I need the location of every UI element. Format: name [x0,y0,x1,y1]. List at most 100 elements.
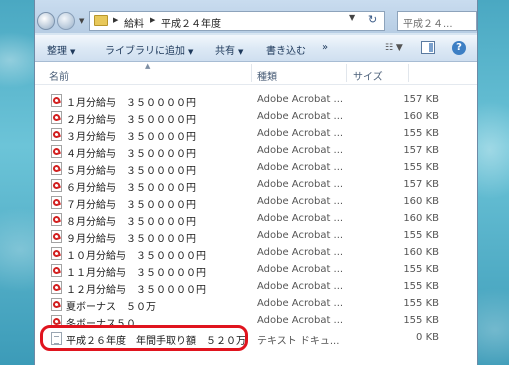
file-type: Adobe Acrobat ... [257,264,344,275]
file-size: 160 KB [403,213,439,224]
command-bar: 整理 ▼ ライブラリに追加 ▼ 共有 ▼ 書き込む » ☷ ▼ ? [35,35,477,62]
chevron-down-icon: ▼ [188,48,194,56]
file-name: ３月分給与 ３５００００円 [66,132,196,143]
pdf-file-icon [51,196,62,209]
file-name: ２月分給与 ３５００００円 [66,115,196,126]
pdf-file-icon [51,128,62,141]
address-bar[interactable]: ▶ 給料 ▶ 平成２４年度 [89,11,385,31]
column-header-name[interactable]: 名前 [49,68,69,83]
recent-pages-dropdown-icon[interactable]: ▼ [79,17,84,25]
file-name: １０月分給与 ３５００００円 [66,251,206,262]
view-options-icon[interactable]: ☷ ▼ [385,43,403,53]
file-row[interactable]: ３月分給与 ３５００００円 Adobe Acrobat ... 155 KB [35,126,477,143]
file-size: 160 KB [403,111,439,122]
refresh-icon[interactable]: ↻ [368,13,377,26]
search-input[interactable]: 平成２４... [397,11,477,31]
more-options-icon[interactable]: » [322,42,328,53]
file-size: 157 KB [403,145,439,156]
chevron-right-icon[interactable]: ▶ [150,16,155,24]
pdf-file-icon [51,298,62,311]
file-size: 157 KB [403,179,439,190]
share-button[interactable]: 共有 ▼ [215,42,243,57]
pdf-file-icon [51,145,62,158]
file-size: 0 KB [416,332,439,343]
chevron-right-icon[interactable]: ▶ [113,16,118,24]
file-type: テキスト ドキュ... [257,336,340,347]
pdf-file-icon [51,162,62,175]
chevron-down-icon: ▼ [238,48,244,56]
address-dropdown-icon[interactable]: ▼ [349,13,355,22]
column-divider[interactable] [346,64,347,82]
file-name: １２月分給与 ３５００００円 [66,285,206,296]
file-name: １月分給与 ３５００００円 [66,98,196,109]
file-name: ７月分給与 ３５００００円 [66,200,196,211]
file-size: 155 KB [403,281,439,292]
file-type: Adobe Acrobat ... [257,162,344,173]
breadcrumb-item[interactable]: 給料 [124,15,144,30]
file-type: Adobe Acrobat ... [257,145,344,156]
file-row[interactable]: １０月分給与 ３５００００円 Adobe Acrobat ... 160 KB [35,245,477,262]
back-button[interactable] [37,12,55,30]
file-name: 夏ボーナス ５０万 [66,302,156,313]
address-bar-row: ▼ ▶ 給料 ▶ 平成２４年度 ▼ ↻ 平成２４... [35,0,477,33]
file-row[interactable]: 夏ボーナス ５０万 Adobe Acrobat ... 155 KB [35,296,477,313]
file-type: Adobe Acrobat ... [257,315,344,326]
file-row[interactable]: ４月分給与 ３５００００円 Adobe Acrobat ... 157 KB [35,143,477,160]
file-type: Adobe Acrobat ... [257,230,344,241]
file-size: 155 KB [403,162,439,173]
file-name: ６月分給与 ３５００００円 [66,183,196,194]
file-type: Adobe Acrobat ... [257,94,344,105]
file-size: 155 KB [403,230,439,241]
file-row[interactable]: ９月分給与 ３５００００円 Adobe Acrobat ... 155 KB [35,228,477,245]
file-type: Adobe Acrobat ... [257,111,344,122]
pdf-file-icon [51,94,62,107]
file-type: Adobe Acrobat ... [257,213,344,224]
burn-button[interactable]: 書き込む [266,42,306,57]
file-type: Adobe Acrobat ... [257,298,344,309]
file-row[interactable]: ６月分給与 ３５００００円 Adobe Acrobat ... 157 KB [35,177,477,194]
pdf-file-icon [51,281,62,294]
file-list: ▲ 名前 種類 サイズ １月分給与 ３５００００円 Adobe Acrobat .… [35,62,477,365]
file-type: Adobe Acrobat ... [257,128,344,139]
chevron-down-icon: ▼ [70,48,76,56]
column-header-type[interactable]: 種類 [257,68,277,83]
pdf-file-icon [51,179,62,192]
file-size: 160 KB [403,247,439,258]
pdf-file-icon [51,230,62,243]
file-row[interactable]: １２月分給与 ３５００００円 Adobe Acrobat ... 155 KB [35,279,477,296]
add-to-library-button[interactable]: ライブラリに追加 ▼ [105,42,193,57]
pdf-file-icon [51,247,62,260]
breadcrumb-item[interactable]: 平成２４年度 [161,15,221,30]
file-row[interactable]: ８月分給与 ３５００００円 Adobe Acrobat ... 160 KB [35,211,477,228]
file-row[interactable]: ５月分給与 ３５００００円 Adobe Acrobat ... 155 KB [35,160,477,177]
column-header-size[interactable]: サイズ [353,68,383,83]
file-row[interactable]: １月分給与 ３５００００円 Adobe Acrobat ... 157 KB [35,92,477,109]
file-name: ９月分給与 ３５００００円 [66,234,196,245]
file-size: 155 KB [403,128,439,139]
file-row[interactable]: ７月分給与 ３５００００円 Adobe Acrobat ... 160 KB [35,194,477,211]
file-name: １１月分給与 ３５００００円 [66,268,206,279]
file-row[interactable]: １１月分給与 ３５００００円 Adobe Acrobat ... 155 KB [35,262,477,279]
column-headers: ▲ 名前 種類 サイズ [35,62,477,85]
folder-icon [94,15,108,26]
help-icon[interactable]: ? [452,41,466,55]
file-type: Adobe Acrobat ... [257,196,344,207]
preview-pane-icon[interactable] [421,41,435,54]
file-size: 160 KB [403,196,439,207]
pdf-file-icon [51,111,62,124]
search-placeholder: 平成２４... [403,19,453,30]
column-divider[interactable] [408,64,409,82]
forward-button[interactable] [57,12,75,30]
pdf-file-icon [51,264,62,277]
pdf-file-icon [51,213,62,226]
file-row[interactable]: ２月分給与 ３５００００円 Adobe Acrobat ... 160 KB [35,109,477,126]
file-type: Adobe Acrobat ... [257,179,344,190]
file-size: 157 KB [403,94,439,105]
file-size: 155 KB [403,264,439,275]
file-size: 155 KB [403,315,439,326]
column-divider[interactable] [251,64,252,82]
file-name: ８月分給与 ３５００００円 [66,217,196,228]
organize-button[interactable]: 整理 ▼ [47,42,75,57]
file-name: ４月分給与 ３５００００円 [66,149,196,160]
red-highlight-oval [40,325,248,351]
